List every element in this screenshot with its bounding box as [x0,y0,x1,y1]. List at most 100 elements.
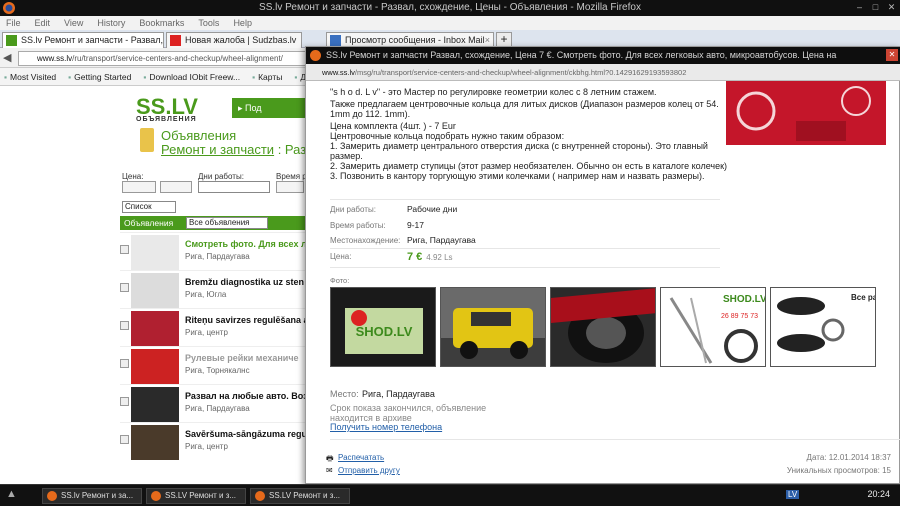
photo-thumbnail[interactable] [440,287,546,367]
mail-icon: ✉ [326,466,333,475]
photo-thumbnail[interactable] [550,287,656,367]
photo-thumbnail[interactable]: Все раз [770,287,876,367]
row-location: Рига, Югла [185,290,227,299]
detail-hours-value: 9-17 [407,220,425,230]
site-logo[interactable]: SS.LV ОБЪЯВЛЕНИЯ [136,94,198,123]
print-link[interactable]: Распечатать [338,453,384,462]
time-input[interactable] [276,181,304,193]
popup-close-button[interactable]: ✕ [886,49,898,61]
bookmark-getting-started[interactable]: Getting Started [68,68,131,85]
promo-image [726,81,886,145]
row-thumbnail[interactable] [131,387,179,422]
row-checkbox[interactable] [120,283,129,292]
firefox-icon [151,491,161,501]
ad-list-row[interactable]: Развал на любые авто. Возм Рига, Пардауга… [120,384,306,423]
divider [330,248,720,249]
time-filter-label: Время р [276,172,307,181]
tab-sudzbas[interactable]: Новая жалоба | Sudzbas.lv [166,32,302,48]
days-select[interactable] [198,181,270,193]
menu-bookmarks[interactable]: Bookmarks [139,16,184,30]
photo-phone-text: 26 89 75 73 [721,313,758,320]
price-max-input[interactable] [160,181,192,193]
price-min-input[interactable] [122,181,156,193]
menu-tools[interactable]: Tools [198,16,219,30]
popup-title-bar: SS.lv Ремонт и запчасти Развал, схождени… [306,47,900,64]
ad-list-row[interactable]: Рулевые рейки механиче Рига, Торнякалнс [120,346,306,385]
new-tab-button[interactable]: + [496,32,512,47]
row-thumbnail[interactable] [131,273,179,308]
firefox-icon [47,491,57,501]
back-icon[interactable]: ◀ [3,51,11,64]
row-thumbnail[interactable] [131,425,179,460]
ad-description: "s h o d. L v" - это Мастер по регулиров… [330,87,728,181]
row-location: Рига, центр [185,442,228,451]
minimize-button[interactable]: – [853,1,866,14]
row-title[interactable]: Развал на любые авто. Возм [185,391,306,401]
window-title: SS.lv Ремонт и запчасти - Развал, схожде… [259,2,641,13]
photo-logo-text: SHOD.LV [723,294,766,305]
menu-history[interactable]: History [97,16,125,30]
photo-gallery: SHOD.LV SHOD.LV 26 89 75 73 Все раз [330,287,880,367]
popup-window: SS.lv Ремонт и запчасти Развал, схождени… [305,46,900,484]
row-checkbox[interactable] [120,245,129,254]
submit-ad-button[interactable]: ▸ Под [232,98,306,118]
menu-edit[interactable]: Edit [35,16,51,30]
row-title[interactable]: Savēršuma-sāngāzuma regu [185,429,306,439]
taskbar-clock[interactable]: 20:24 [867,489,890,499]
photo-thumbnail[interactable]: SHOD.LV 26 89 75 73 [660,287,766,367]
row-location: Рига, Торнякалнс [185,366,250,375]
photo-logo-text: SHOD.LV [356,324,413,339]
print-icon: 🖶 [326,454,334,463]
row-checkbox[interactable] [120,359,129,368]
bookmark-most-visited[interactable]: Most Visited [4,68,56,85]
photo-label: Фото: [330,276,350,285]
close-button[interactable]: ✕ [885,1,898,14]
row-title[interactable]: Riteņu savirzes regulēšana a [185,315,306,325]
menu-file[interactable]: File [6,16,21,30]
row-title[interactable]: Смотреть фото. Для всех ли [185,239,306,249]
list-filter-select[interactable]: Все объявления [186,217,268,229]
row-checkbox[interactable] [120,397,129,406]
category-link[interactable]: Ремонт и запчасти [161,142,274,157]
price-value: 7 €4.92 Ls [407,251,453,263]
menu-help[interactable]: Help [233,16,252,30]
view-select[interactable]: Список [122,201,176,213]
row-location: Рига, Пардаугава [185,404,250,413]
bookmark-maps[interactable]: Карты [252,68,282,85]
divider [330,199,720,200]
taskbar-item[interactable]: SS.lv Ремонт и за... [42,488,142,504]
send-friend-link[interactable]: Отправить другу [338,466,400,475]
firefox-icon [310,50,321,61]
maximize-button[interactable]: □ [869,1,882,14]
ad-list-row[interactable]: Bremžu diagnostika uz sten Рига, Югла [120,270,306,309]
row-checkbox[interactable] [120,321,129,330]
row-thumbnail[interactable] [131,349,179,384]
inbox-favicon [330,35,341,46]
detail-days-label: Дни работы: [330,205,376,214]
row-thumbnail[interactable] [131,235,179,270]
ad-list-row[interactable]: Riteņu savirzes regulēšana a Рига, центр [120,308,306,347]
popup-address-bar[interactable]: www.ss.lv/msg/ru/transport/service-cente… [306,64,900,81]
row-checkbox[interactable] [120,435,129,444]
ad-date: Дата: 12.01.2014 18:37 [806,453,891,462]
bookmark-iobit[interactable]: Download IObit Freew... [143,68,240,85]
taskbar-item[interactable]: SS.LV Ремонт и з... [146,488,246,504]
detail-hours-label: Время работы: [330,221,386,230]
taskbar-item[interactable]: SS.LV Ремонт и з... [250,488,350,504]
photo-thumbnail[interactable]: SHOD.LV [330,287,436,367]
tab-sslv[interactable]: SS.lv Ремонт и запчасти - Развал, схож..… [2,32,164,48]
detail-location-value: Рига, Пардаугава [407,235,476,245]
show-phone-link[interactable]: Получить номер телефона [330,422,442,432]
row-thumbnail[interactable] [131,311,179,346]
firefox-icon [2,1,16,15]
detail-location-label: Местонахождение: [330,236,401,245]
row-title[interactable]: Bremžu diagnostika uz sten [185,277,306,287]
menu-view[interactable]: View [64,16,83,30]
ad-list-row[interactable]: Savēršuma-sāngāzuma regu Рига, центр [120,422,306,461]
close-tab-icon[interactable]: × [485,33,490,47]
start-button[interactable]: ▲ [6,488,17,500]
row-title[interactable]: Рулевые рейки механиче [185,353,306,363]
ad-list-row[interactable]: Смотреть фото. Для всех ли Рига, Пардауга… [120,232,306,271]
language-indicator[interactable]: LV [786,490,800,499]
folder-icon [140,128,154,152]
